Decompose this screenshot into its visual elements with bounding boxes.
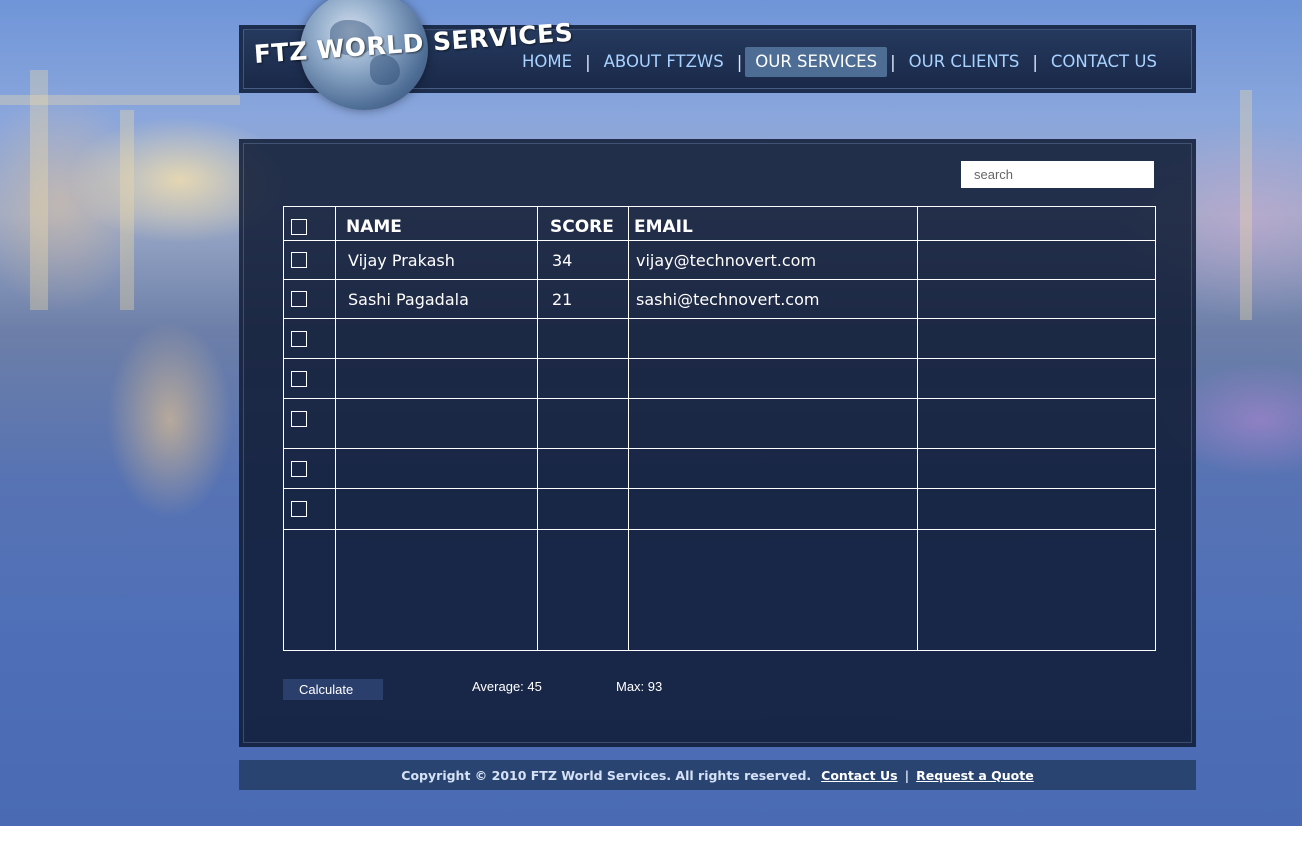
cell-name: Sashi Pagadala <box>335 279 538 319</box>
crane-silhouette <box>0 95 240 105</box>
table-row <box>283 318 1156 359</box>
crane-silhouette <box>120 110 134 310</box>
row-checkbox[interactable] <box>291 330 307 347</box>
column-header-email[interactable]: EMAIL <box>628 206 918 241</box>
cell-name <box>335 358 538 399</box>
row-checkbox[interactable] <box>291 460 307 477</box>
nav-item-contact[interactable]: CONTACT US <box>1041 47 1167 77</box>
calculate-button[interactable]: Calculate <box>283 679 383 700</box>
cell-extra <box>917 398 1156 449</box>
row-checkbox-cell <box>283 279 336 319</box>
row-checkbox[interactable] <box>291 411 307 427</box>
cell-email <box>628 488 918 530</box>
cell-score <box>537 398 629 449</box>
filler-cell <box>283 529 336 651</box>
cell-email <box>628 358 918 399</box>
main-navigation: HOME | ABOUT FTZWS | OUR SERVICES | OUR … <box>512 46 1167 78</box>
select-all-checkbox[interactable] <box>291 218 307 235</box>
cell-extra <box>917 488 1156 530</box>
cell-name: Vijay Prakash <box>335 240 538 280</box>
cell-email <box>628 398 918 449</box>
row-checkbox[interactable] <box>291 501 307 517</box>
cell-email: vijay@technovert.com <box>628 240 918 280</box>
nav-item-home[interactable]: HOME <box>512 47 582 77</box>
table-row <box>283 488 1156 530</box>
filler-cell <box>628 529 918 651</box>
nav-item-services[interactable]: OUR SERVICES <box>745 47 888 77</box>
cell-email <box>628 318 918 359</box>
row-checkbox-cell <box>283 488 336 530</box>
footer-quote-link[interactable]: Request a Quote <box>916 768 1034 783</box>
table-row <box>283 358 1156 399</box>
cell-extra <box>917 240 1156 280</box>
cell-score <box>537 358 629 399</box>
footer-separator: | <box>904 767 910 783</box>
copyright-text: Copyright © 2010 FTZ World Services. All… <box>401 767 812 783</box>
table-row: Sashi Pagadala 21 sashi@technovert.com <box>283 279 1156 319</box>
row-checkbox[interactable] <box>291 252 307 268</box>
select-all-cell <box>283 206 336 241</box>
nav-separator: | <box>736 52 743 72</box>
cell-score <box>537 488 629 530</box>
row-checkbox-cell <box>283 318 336 359</box>
footer-contact-link[interactable]: Contact Us <box>821 768 897 783</box>
cell-extra <box>917 318 1156 359</box>
table-row <box>283 448 1156 489</box>
crane-silhouette <box>30 70 48 310</box>
scores-table: NAME SCORE EMAIL Vijay Prakash 34 vijay@… <box>283 206 1156 651</box>
cell-name <box>335 318 538 359</box>
site-footer: Copyright © 2010 FTZ World Services. All… <box>239 760 1196 790</box>
cell-extra <box>917 358 1156 399</box>
cell-name <box>335 488 538 530</box>
max-stat: Max: 93 <box>616 679 663 694</box>
nav-separator: | <box>890 52 896 72</box>
row-checkbox[interactable] <box>291 370 307 387</box>
cell-email <box>628 448 918 489</box>
filler-cell <box>537 529 629 651</box>
nav-separator: | <box>585 52 591 72</box>
cell-extra <box>917 279 1156 319</box>
crane-silhouette <box>1240 90 1252 320</box>
search-input[interactable] <box>961 161 1154 188</box>
cell-name <box>335 398 538 449</box>
filler-cell <box>917 529 1156 651</box>
row-checkbox-cell <box>283 448 336 489</box>
row-checkbox-cell <box>283 358 336 399</box>
nav-separator: | <box>1032 52 1038 72</box>
row-checkbox[interactable] <box>291 291 307 307</box>
table-row: Vijay Prakash 34 vijay@technovert.com <box>283 240 1156 280</box>
column-header-score[interactable]: SCORE <box>537 206 629 241</box>
cell-email: sashi@technovert.com <box>628 279 918 319</box>
average-stat: Average: 45 <box>472 679 542 694</box>
cell-score: 21 <box>537 279 629 319</box>
nav-item-clients[interactable]: OUR CLIENTS <box>899 47 1030 77</box>
cell-extra <box>917 448 1156 489</box>
filler-cell <box>335 529 538 651</box>
table-row <box>283 398 1156 449</box>
column-header-name[interactable]: NAME <box>335 206 538 241</box>
table-filler-row <box>283 529 1156 651</box>
table-header-row: NAME SCORE EMAIL <box>283 206 1156 241</box>
cell-name <box>335 448 538 489</box>
cell-score: 34 <box>537 240 629 280</box>
cell-score <box>537 448 629 489</box>
row-checkbox-cell <box>283 398 336 449</box>
column-header-extra <box>917 206 1156 241</box>
cell-score <box>537 318 629 359</box>
nav-item-about[interactable]: ABOUT FTZWS <box>594 47 734 77</box>
row-checkbox-cell <box>283 240 336 280</box>
